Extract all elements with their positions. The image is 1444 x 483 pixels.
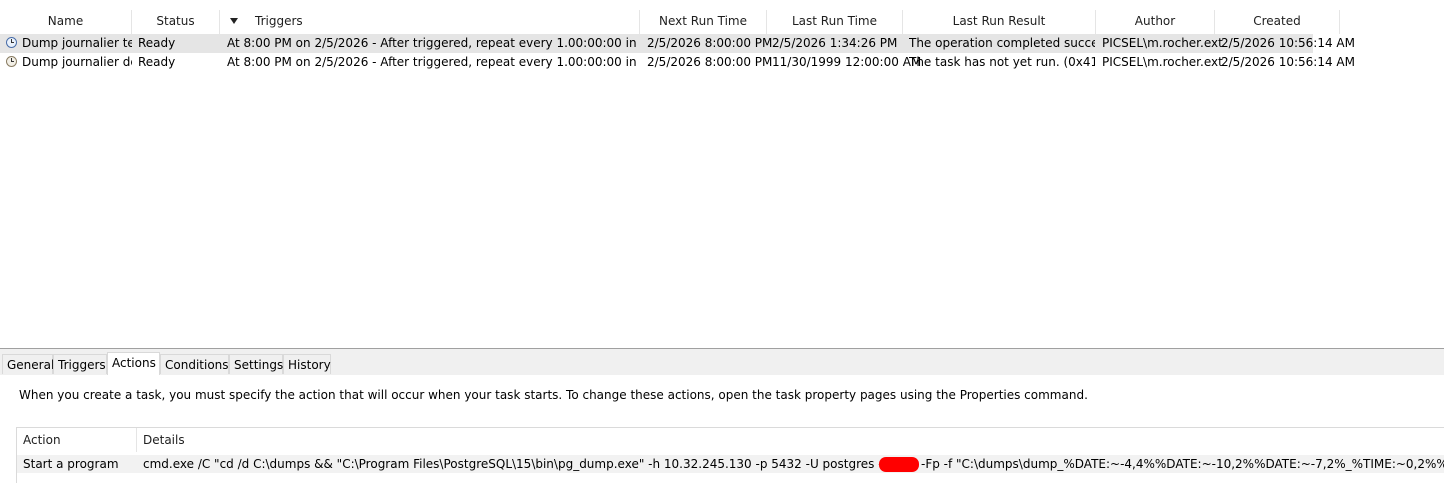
task-last-run-result: The task has not yet run. (0x41303) xyxy=(909,55,1095,69)
column-header-name[interactable]: Name xyxy=(0,10,132,34)
action-details-part1: cmd.exe /C "cd /d C:\dumps && "C:\Progra… xyxy=(143,457,879,471)
column-header-last-run-time[interactable]: Last Run Time xyxy=(767,10,903,34)
tab-general[interactable]: General xyxy=(2,354,54,374)
task-row[interactable]: Dump journalier te... Ready At 8:00 PM o… xyxy=(0,34,1355,53)
task-author: PICSEL\m.rocher.ext xyxy=(1102,55,1223,69)
task-triggers: At 8:00 PM on 2/5/2026 - After triggered… xyxy=(227,36,637,50)
actions-table[interactable]: Action Details Start a program cmd.exe /… xyxy=(16,427,1444,483)
column-header-created[interactable]: Created xyxy=(1215,10,1340,34)
task-last-run-result: The operation completed succes... xyxy=(909,36,1095,50)
clock-icon xyxy=(6,37,17,48)
column-header-row: Name Status Triggers Next Run Time Last … xyxy=(0,10,1340,34)
column-header-next-run-time[interactable]: Next Run Time xyxy=(640,10,767,34)
task-next-run-time: 2/5/2026 8:00:00 PM xyxy=(647,55,773,69)
column-header-triggers[interactable]: Triggers xyxy=(220,10,640,34)
action-row[interactable]: Start a program cmd.exe /C "cd /d C:\dum… xyxy=(17,455,1444,473)
column-header-details[interactable]: Details xyxy=(137,428,1444,452)
column-header-author[interactable]: Author xyxy=(1096,10,1215,34)
action-details-part2: -Fp -f "C:\dumps\dump_%DATE:~-4,4%%DATE:… xyxy=(921,457,1444,471)
clock-icon xyxy=(6,56,17,67)
action-type: Start a program xyxy=(23,457,119,471)
task-row[interactable]: Dump journalier dev Ready At 8:00 PM on … xyxy=(0,53,1355,72)
tab-history[interactable]: History xyxy=(283,354,331,374)
task-next-run-time: 2/5/2026 8:00:00 PM xyxy=(647,36,773,50)
redaction-mark xyxy=(879,457,919,472)
task-list[interactable]: Name Status Triggers Next Run Time Last … xyxy=(0,0,1444,348)
task-triggers: At 8:00 PM on 2/5/2026 - After triggered… xyxy=(227,55,637,69)
task-last-run-time: 2/5/2026 1:34:26 PM xyxy=(772,36,898,50)
task-status: Ready xyxy=(138,36,176,50)
task-created: 2/5/2026 10:56:14 AM xyxy=(1221,55,1355,69)
task-name: Dump journalier dev xyxy=(22,55,132,69)
task-last-run-time: 11/30/1999 12:00:00 AM xyxy=(772,55,922,69)
column-header-last-run-result[interactable]: Last Run Result xyxy=(903,10,1096,34)
actions-description: When you create a task, you must specify… xyxy=(19,388,1088,402)
column-header-status[interactable]: Status xyxy=(132,10,220,34)
tab-bar: General Triggers Actions Conditions Sett… xyxy=(0,351,1444,375)
task-created: 2/5/2026 10:56:14 AM xyxy=(1221,36,1355,50)
tab-settings[interactable]: Settings xyxy=(229,354,283,374)
task-name: Dump journalier te... xyxy=(22,36,132,50)
task-author: PICSEL\m.rocher.ext xyxy=(1102,36,1223,50)
tab-actions[interactable]: Actions xyxy=(107,352,160,375)
task-status: Ready xyxy=(138,55,176,69)
tab-triggers[interactable]: Triggers xyxy=(53,354,107,374)
actions-tab-panel: When you create a task, you must specify… xyxy=(0,375,1444,483)
column-header-action[interactable]: Action xyxy=(17,428,137,452)
tab-conditions[interactable]: Conditions xyxy=(160,354,229,374)
